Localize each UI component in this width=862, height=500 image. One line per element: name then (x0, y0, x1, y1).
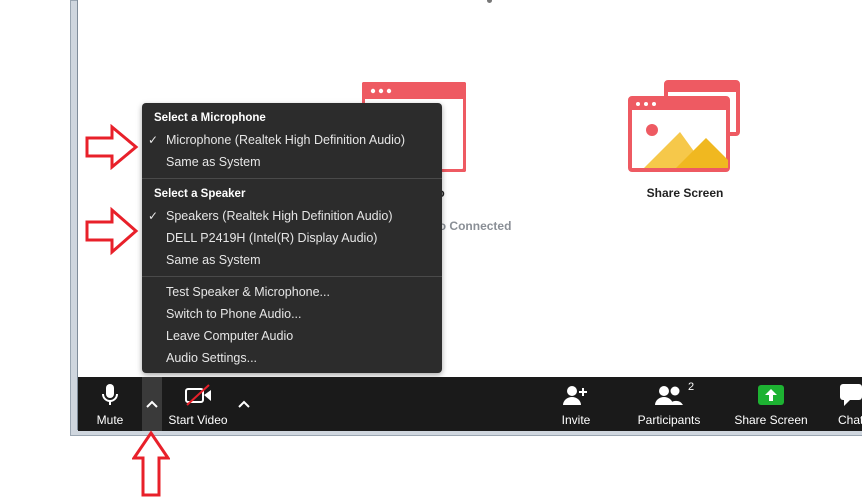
mic-option-same-as-system[interactable]: Same as System (166, 155, 260, 169)
start-video-button[interactable]: Start Video (168, 377, 228, 431)
window-dot (487, 0, 492, 3)
participants-button[interactable]: 2 Participants (636, 377, 702, 431)
menu-divider (142, 276, 442, 277)
speaker-option-same-as-system[interactable]: Same as System (166, 253, 260, 267)
mic-option-realtek[interactable]: Microphone (Realtek High Definition Audi… (166, 133, 405, 147)
caret-up-icon (146, 400, 158, 408)
mute-label: Mute (96, 413, 124, 427)
participants-count: 2 (688, 381, 695, 393)
speaker-section-header: Select a Speaker (154, 188, 246, 200)
caret-up-icon (238, 400, 250, 408)
annotation-arrow-right (85, 206, 139, 256)
microphone-section-header: Select a Microphone (154, 112, 266, 124)
video-camera-off-icon (185, 384, 211, 406)
test-speaker-mic-item[interactable]: Test Speaker & Microphone... (166, 285, 330, 299)
participants-label: Participants (637, 413, 701, 427)
annotation-arrow-right (85, 124, 139, 170)
speaker-option-dell[interactable]: DELL P2419H (Intel(R) Display Audio) (166, 231, 377, 245)
chat-icon (840, 384, 862, 406)
add-user-icon (563, 386, 587, 405)
share-screen-label: Share Screen (646, 186, 724, 200)
microphone-icon (102, 384, 118, 405)
checkmark-icon: ✓ (148, 133, 159, 147)
invite-button[interactable]: Invite (556, 377, 596, 431)
chat-button[interactable]: Chat (838, 377, 862, 431)
audio-options-menu: Select a Microphone ✓ Microphone (Realte… (142, 103, 442, 373)
menu-divider (142, 178, 442, 179)
share-screen-tile-icon (628, 80, 740, 172)
share-screen-button[interactable]: Share Screen (734, 377, 808, 431)
invite-label: Invite (561, 413, 591, 427)
audio-options-caret[interactable] (142, 377, 162, 431)
switch-phone-audio-item[interactable]: Switch to Phone Audio... (166, 307, 302, 321)
chat-label: Chat (838, 413, 862, 427)
participants-icon (655, 386, 683, 405)
share-screen-toolbar-label: Share Screen (734, 413, 808, 427)
meeting-toolbar: Mute Start Video Invite 2 Participants S… (78, 377, 862, 431)
speaker-option-realtek[interactable]: Speakers (Realtek High Definition Audio) (166, 209, 393, 223)
audio-settings-item[interactable]: Audio Settings... (166, 351, 257, 365)
video-options-caret[interactable] (234, 377, 254, 431)
annotation-arrow-up (132, 430, 170, 497)
share-screen-tile[interactable]: Share Screen (628, 80, 742, 210)
leave-computer-audio-item[interactable]: Leave Computer Audio (166, 329, 293, 343)
start-video-label: Start Video (168, 413, 228, 427)
share-screen-icon (758, 385, 784, 405)
mute-button[interactable]: Mute (92, 377, 128, 431)
checkmark-icon: ✓ (148, 209, 159, 223)
